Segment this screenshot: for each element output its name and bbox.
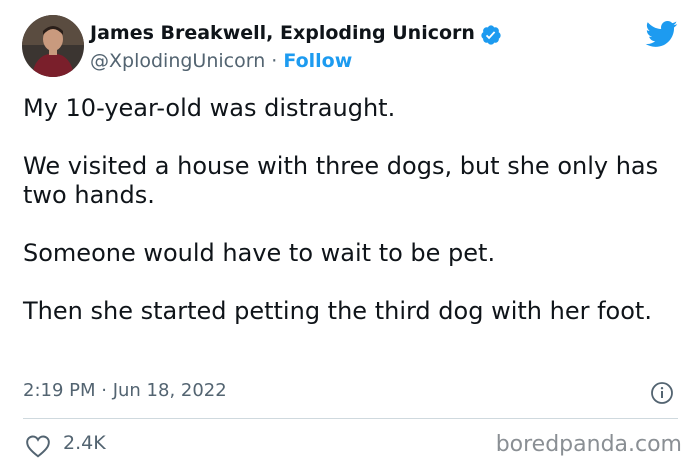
heart-icon[interactable] [25, 434, 51, 458]
tweet-paragraph: Someone would have to wait to be pet. [23, 239, 496, 267]
author-handle[interactable]: @XplodingUnicorn [90, 50, 265, 72]
tweet-body: My 10-year-old was distraught. We visite… [23, 94, 673, 355]
tweet-timestamp[interactable]: 2:19 PM · Jun 18, 2022 [23, 380, 227, 401]
author-handle-line: @XplodingUnicorn · Follow [90, 50, 352, 72]
tweet-paragraph: Then she started petting the third dog w… [23, 297, 652, 325]
like-count[interactable]: 2.4K [63, 432, 106, 454]
info-icon[interactable] [650, 381, 674, 405]
follow-button[interactable]: Follow [283, 50, 352, 72]
tweet-paragraph: My 10-year-old was distraught. [23, 94, 396, 122]
author-display-name[interactable]: James Breakwell, Exploding Unicorn [90, 22, 475, 44]
divider [23, 418, 678, 419]
handle-separator: · [271, 50, 278, 72]
avatar[interactable] [22, 15, 84, 77]
twitter-bird-icon[interactable] [644, 20, 678, 48]
watermark: boredpanda.com [495, 432, 682, 457]
tweet-card: James Breakwell, Exploding Unicorn @Xplo… [0, 0, 700, 471]
verified-badge-icon [481, 25, 501, 45]
tweet-paragraph: We visited a house with three dogs, but … [23, 152, 659, 209]
